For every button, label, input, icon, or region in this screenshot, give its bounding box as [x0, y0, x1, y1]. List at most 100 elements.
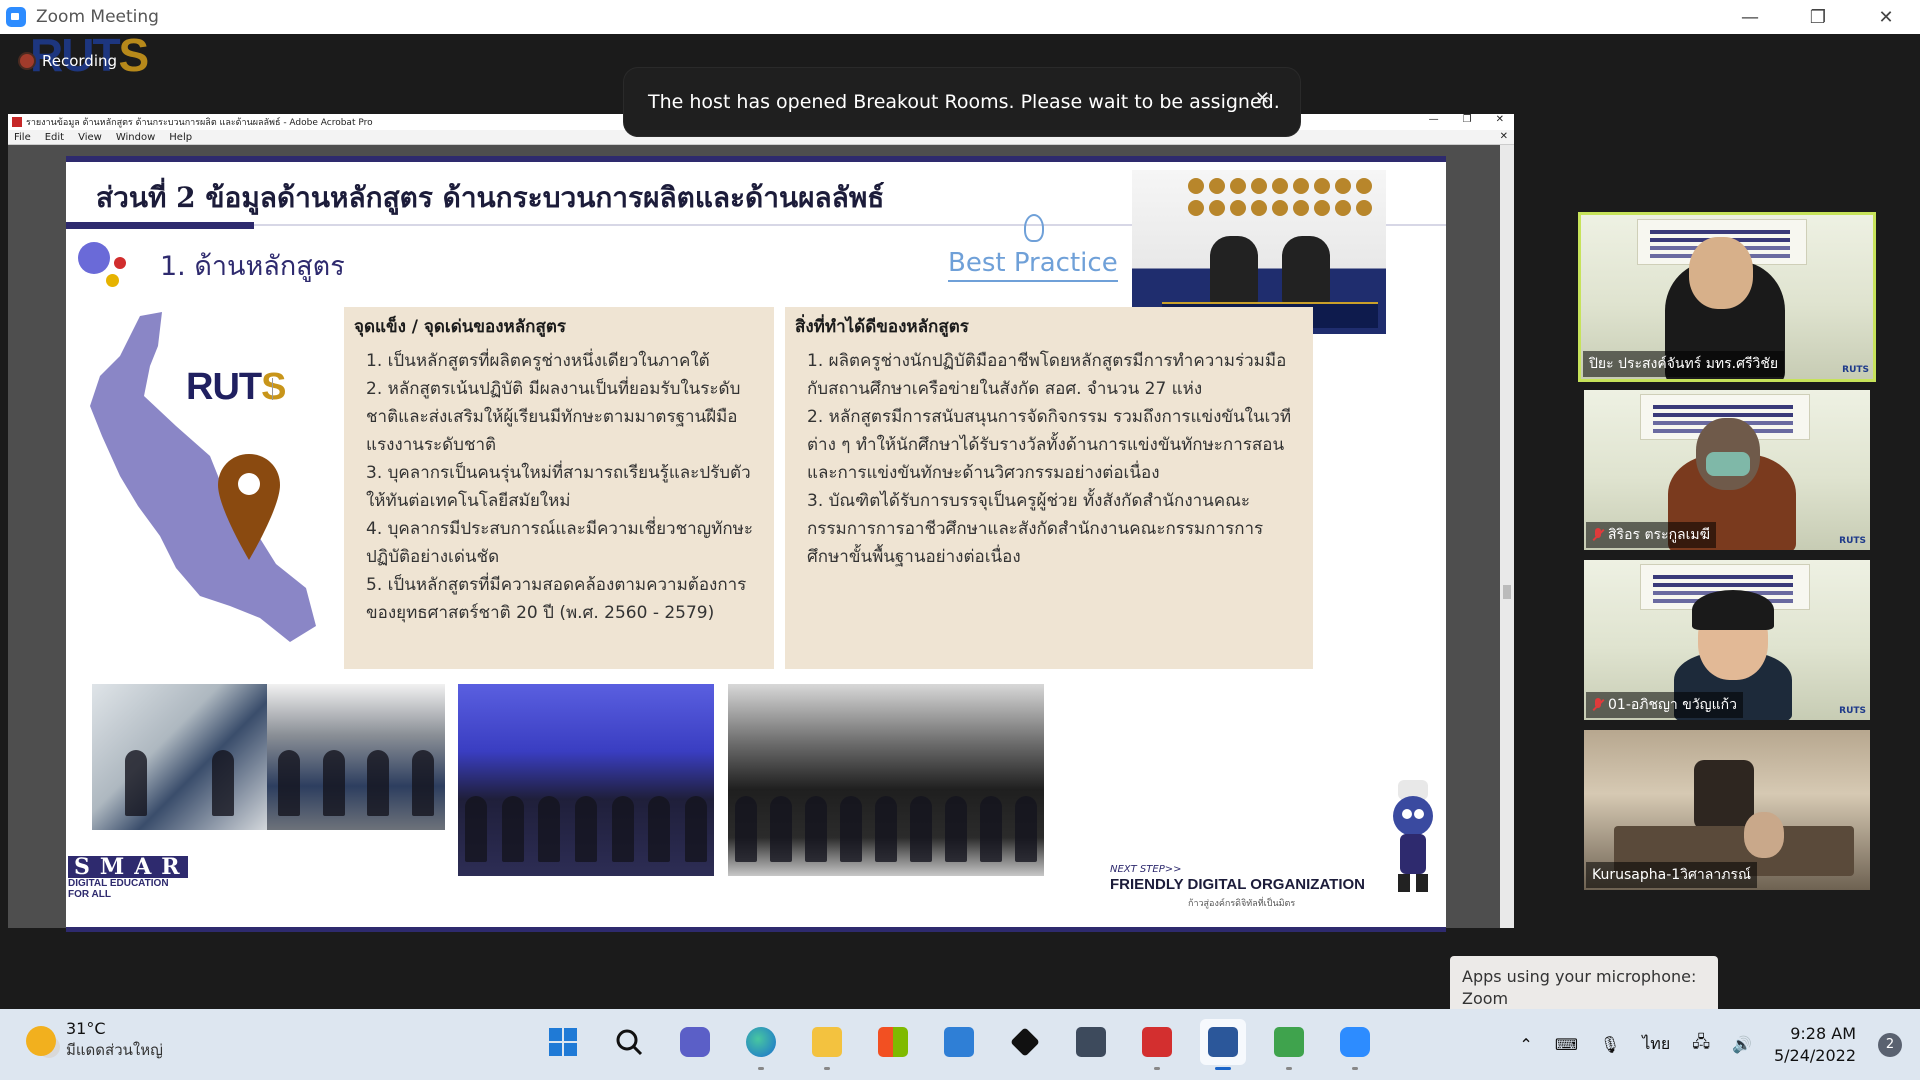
recording-indicator[interactable]: Recording	[20, 52, 117, 70]
microphone-icon[interactable]: 🎙	[1600, 1035, 1620, 1054]
mic-muted-icon	[1592, 528, 1604, 542]
zoom-app-icon	[6, 7, 26, 27]
file-explorer-button[interactable]	[804, 1019, 850, 1070]
award-group-photo	[458, 684, 714, 876]
banner-close-button[interactable]: ✕	[1255, 88, 1270, 109]
list-item: 4. บุคลากรมีประสบการณ์และมีความเชี่ยวชาญ…	[366, 519, 753, 567]
participant-nameplate: 01-อภิชญา ขวัญแก้ว	[1586, 692, 1743, 718]
recording-label: Recording	[42, 52, 118, 70]
strengths-list: 1. เป็นหลักสูตรที่ผลิตครูช่างหนึ่งเดียวใ…	[366, 347, 766, 627]
menu-window[interactable]: Window	[116, 132, 155, 143]
participant-tile[interactable]: Kurusapha-1วิศาลาภรณ์	[1584, 730, 1870, 890]
search-button[interactable]	[606, 1019, 652, 1065]
close-button[interactable]: ✕	[1852, 0, 1920, 34]
store-button[interactable]	[870, 1019, 916, 1065]
good-practices-heading: สิ่งที่ทำได้ดีของหลักสูตร	[795, 317, 969, 337]
breakout-rooms-banner: The host has opened Breakout Rooms. Plea…	[624, 68, 1300, 136]
start-button[interactable]	[540, 1019, 586, 1065]
weather-widget[interactable]: 31°C มีแดดส่วนใหญ่	[26, 1019, 163, 1062]
list-item: 1. เป็นหลักสูตรที่ผลิตครูช่างหนึ่งเดียวใ…	[366, 351, 710, 371]
document-close-button[interactable]: ✕	[1500, 131, 1508, 142]
teams-chat-icon	[680, 1027, 710, 1057]
clock[interactable]: 9:28 AM 5/24/2022	[1774, 1023, 1856, 1067]
window-title: Zoom Meeting	[36, 7, 159, 27]
students-workshop-photo	[267, 684, 445, 830]
lightbulb-icon	[1024, 214, 1044, 242]
window-controls: — ❐ ✕	[1716, 0, 1920, 34]
list-item: 2. หลักสูตรมีการสนับสนุนการจัดกิจกรรม รว…	[807, 407, 1292, 483]
search-icon	[616, 1029, 643, 1056]
language-indicator[interactable]: ไทย	[1642, 1032, 1670, 1057]
network-icon[interactable]: 🖧	[1692, 1031, 1710, 1058]
list-item: 3. บุคลากรเป็นคนรุ่นใหม่ที่สามารถเรียนรู…	[366, 463, 751, 511]
slide-title: ส่วนที่ 2 ข้อมูลด้านหลักสูตร ด้านกระบวนก…	[96, 181, 885, 214]
clock-date: 5/24/2022	[1773, 1045, 1856, 1065]
edge-icon	[746, 1027, 776, 1057]
record-icon	[20, 54, 34, 68]
word-icon	[1208, 1027, 1238, 1057]
acrobat-restore-button[interactable]: ❐	[1463, 114, 1472, 125]
participant-tile[interactable]: ปิยะ ประสงค์จันทร์ มทร.ศรีวิชัย RUTS	[1578, 212, 1876, 382]
word-button[interactable]	[1200, 1019, 1246, 1070]
menu-edit[interactable]: Edit	[45, 132, 64, 143]
list-item: 3. บัณฑิตได้รับการบรรจุเป็นครูผู้ช่วย ทั…	[807, 491, 1264, 567]
keyboard-icon[interactable]: ⌨	[1555, 1035, 1578, 1054]
windows-taskbar: 31°C มีแดดส่วนใหญ่ ⌃ ⌨ 🎙 ไทย 🖧 🔊 9:28 AM…	[0, 1009, 1920, 1080]
weather-description: มีแดดส่วนใหญ่	[66, 1041, 163, 1059]
ruts-mini-logo: RUTS	[1839, 706, 1866, 716]
chat-button[interactable]	[672, 1019, 718, 1065]
lightning-app-icon	[1076, 1027, 1106, 1057]
system-tray: ⌃ ⌨ 🎙 ไทย 🖧 🔊 9:28 AM 5/24/2022 2	[1519, 1009, 1920, 1080]
slide-top-bar	[66, 156, 1446, 162]
zoom-titlebar: Zoom Meeting — ❐ ✕	[0, 0, 1920, 34]
best-practice-label: Best Practice	[948, 248, 1118, 282]
location-pin-icon	[218, 454, 280, 560]
mail-button[interactable]	[936, 1019, 982, 1065]
scrollbar-thumb[interactable]	[1503, 585, 1511, 599]
dropbox-icon	[1010, 1027, 1040, 1057]
acrobat-window-controls: — ❐ ✕	[1429, 114, 1504, 125]
title-underline	[66, 222, 254, 229]
friendly-org-label: FRIENDLY DIGITAL ORGANIZATION	[1110, 876, 1366, 893]
acrobat-button[interactable]	[1134, 1019, 1180, 1070]
good-practices-panel: สิ่งที่ทำได้ดีของหลักสูตร 1. ผลิตครูช่าง…	[785, 307, 1313, 669]
taskbar-app-icons	[540, 1019, 1378, 1070]
restore-button[interactable]: ❐	[1784, 0, 1852, 34]
zoom-button[interactable]	[1332, 1019, 1378, 1070]
menu-file[interactable]: File	[14, 132, 31, 143]
chevron-up-icon[interactable]: ⌃	[1519, 1035, 1532, 1054]
ruts-mini-logo: RUTS	[1839, 536, 1866, 546]
notification-badge[interactable]: 2	[1878, 1032, 1902, 1057]
store-icon	[878, 1027, 908, 1057]
acrobat-close-button[interactable]: ✕	[1496, 114, 1504, 125]
participant-nameplate: สิริอร ตระกูลเมฆี	[1586, 522, 1717, 548]
good-practices-list: 1. ผลิตครูช่างนักปฏิบัติมืออาชีพโดยหลักส…	[807, 347, 1301, 571]
weather-temperature: 31°C	[66, 1019, 106, 1038]
smart-word: SMART	[68, 856, 206, 878]
list-item: 2. หลักสูตรเน้นปฏิบัติ มีผลงานเป็นที่ยอม…	[366, 379, 741, 455]
menu-help[interactable]: Help	[169, 132, 192, 143]
sunny-weather-icon	[26, 1025, 56, 1056]
minimize-button[interactable]: —	[1716, 0, 1784, 34]
toast-line-2: Zoom	[1462, 989, 1509, 1008]
family-app-button[interactable]	[1266, 1019, 1312, 1070]
menu-view[interactable]: View	[78, 132, 102, 143]
acrobat-minimize-button[interactable]: —	[1429, 114, 1439, 125]
windows-icon	[549, 1028, 577, 1056]
participant-tile[interactable]: สิริอร ตระกูลเมฆี RUTS	[1584, 390, 1870, 550]
smart-logo: SMART DIGITAL EDUCATION FOR ALL	[68, 856, 206, 900]
participant-tile[interactable]: 01-อภิชญา ขวัญแก้ว RUTS	[1584, 560, 1870, 720]
toast-line-1: Apps using your microphone:	[1462, 967, 1697, 986]
mic-muted-icon	[1592, 698, 1604, 712]
participant-nameplate: Kurusapha-1วิศาลาภรณ์	[1586, 862, 1757, 888]
friendly-org-thai: ก้าวสู่องค์กรดิจิทัลที่เป็นมิตร	[1188, 899, 1296, 909]
list-item: 5. เป็นหลักสูตรที่มีความสอดคล้องตามความต…	[366, 575, 747, 623]
document-scrollbar[interactable]	[1500, 145, 1514, 928]
edge-button[interactable]	[738, 1019, 784, 1070]
app-button[interactable]	[1068, 1019, 1114, 1065]
mascot-image	[1393, 780, 1433, 892]
zoom-icon	[1340, 1027, 1370, 1057]
volume-icon[interactable]: 🔊	[1732, 1035, 1752, 1054]
dropbox-button[interactable]	[1002, 1019, 1048, 1065]
next-step-label: NEXT STEP>>	[1110, 864, 1182, 875]
